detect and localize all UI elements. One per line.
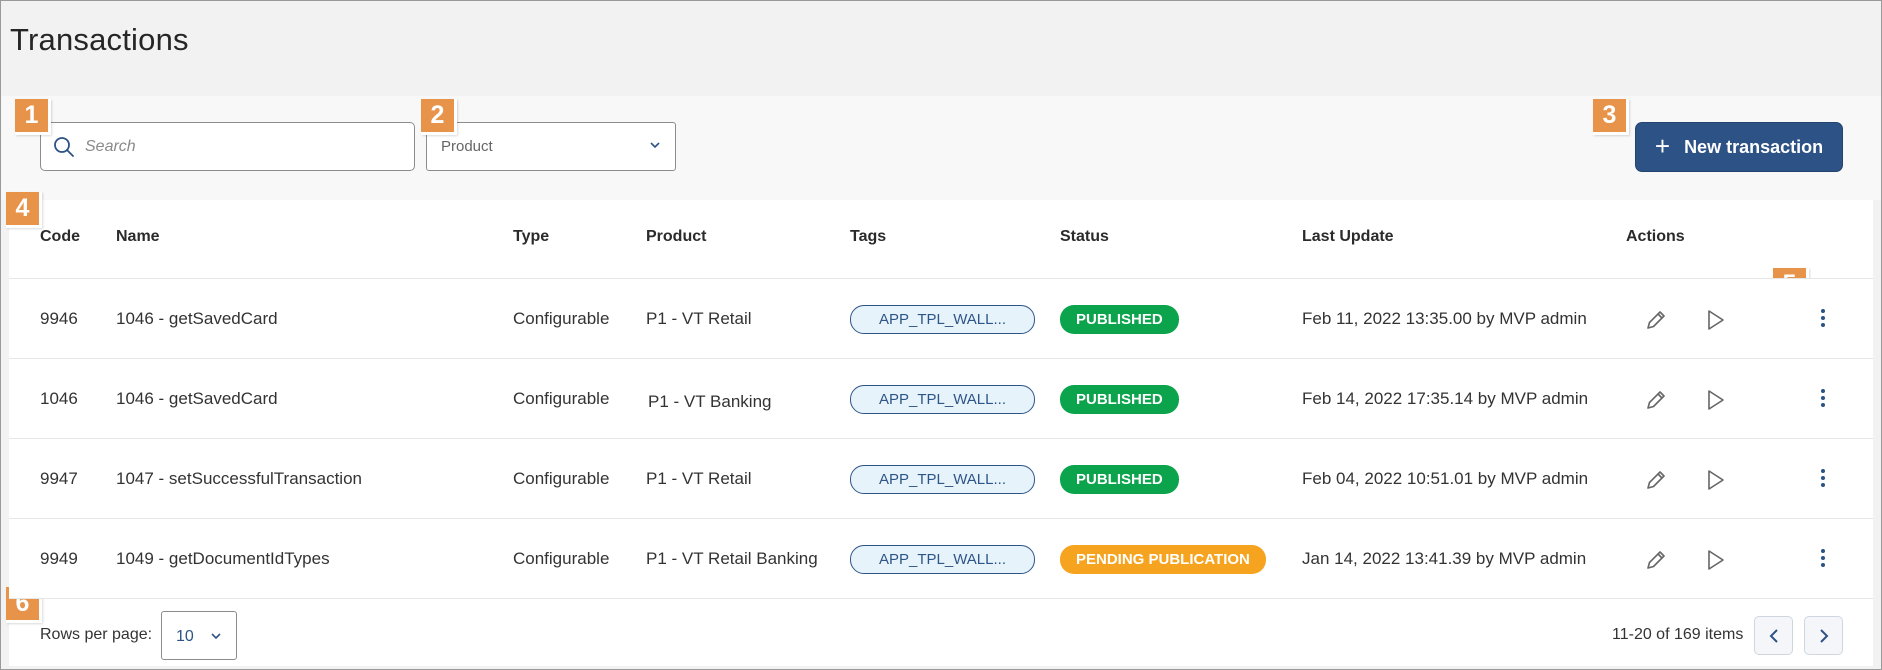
previous-page-button[interactable] [1754, 616, 1793, 655]
pagination-range: 11-20 of 169 items [1612, 626, 1744, 643]
kebab-menu-icon[interactable] [1817, 545, 1829, 571]
cell-name: 1046 - getSavedCard [116, 389, 278, 408]
callout-marker: 3 [1593, 99, 1629, 135]
play-icon[interactable] [1702, 467, 1728, 493]
rows-per-page-label: Rows per page: [40, 626, 153, 643]
column-header-status[interactable]: Status [1060, 228, 1109, 246]
column-header-actions: Actions [1626, 228, 1685, 245]
pencil-icon[interactable] [1643, 467, 1669, 493]
table-row[interactable]: 9946 1046 - getSavedCard Configurable P1… [9, 278, 1873, 358]
table-row[interactable]: 9949 1049 - getDocumentIdTypes Configura… [9, 518, 1873, 598]
rows-per-page-value: 10 [176, 628, 194, 645]
cell-product: P1 - VT Retail [646, 309, 752, 328]
pencil-icon[interactable] [1643, 547, 1669, 573]
callout-marker: 2 [421, 99, 457, 135]
column-header-code[interactable]: Code [40, 228, 80, 246]
cell-type: Configurable [513, 309, 610, 328]
chevron-down-icon [211, 633, 221, 640]
cell-product: P1 - VT Retail Banking [646, 549, 818, 568]
cell-product: P1 - VT Retail [646, 469, 752, 488]
page-title: Transactions [10, 22, 189, 57]
cell-type: Configurable [513, 389, 610, 408]
column-header-name[interactable]: Name [116, 228, 160, 246]
product-select[interactable]: Product [426, 122, 676, 171]
cell-name: 1047 - setSuccessfulTransaction [116, 469, 362, 488]
rows-per-page-select[interactable]: 10 [161, 611, 237, 660]
column-header-last-update[interactable]: Last Update [1302, 228, 1394, 246]
next-page-button[interactable] [1804, 616, 1843, 655]
cell-last-update: Feb 11, 2022 13:35.00 by MVP admin [1302, 309, 1587, 328]
cell-type: Configurable [513, 549, 610, 568]
search-field[interactable] [40, 122, 415, 171]
table-row[interactable]: 9947 1047 - setSuccessfulTransaction Con… [9, 438, 1873, 518]
cell-name: 1049 - getDocumentIdTypes [116, 549, 330, 568]
cell-last-update: Feb 04, 2022 10:51.01 by MVP admin [1302, 469, 1589, 488]
row-divider [9, 598, 1873, 599]
column-header-type[interactable]: Type [513, 228, 549, 246]
cell-code: 9947 [40, 469, 78, 488]
play-icon[interactable] [1702, 547, 1728, 573]
callout-marker: 1 [15, 99, 51, 135]
cell-type: Configurable [513, 469, 610, 488]
chevron-down-icon [650, 142, 660, 149]
product-select-label: Product [441, 138, 493, 155]
status-badge: PUBLISHED [1060, 305, 1179, 334]
cell-code: 1046 [40, 389, 78, 408]
kebab-menu-icon[interactable] [1817, 385, 1829, 411]
tag-chip[interactable]: APP_TPL_WALL... [850, 465, 1035, 494]
chevron-left-icon [1769, 629, 1778, 643]
callout-marker: 4 [6, 192, 42, 228]
column-header-tags[interactable]: Tags [850, 228, 886, 246]
kebab-menu-icon[interactable] [1817, 305, 1829, 331]
play-icon[interactable] [1702, 307, 1728, 333]
new-transaction-label: New transaction [1684, 136, 1824, 157]
cell-last-update: Feb 14, 2022 17:35.14 by MVP admin [1302, 389, 1589, 408]
column-header-product[interactable]: Product [646, 228, 706, 246]
cell-last-update: Jan 14, 2022 13:41.39 by MVP admin [1302, 549, 1587, 568]
play-icon[interactable] [1702, 387, 1728, 413]
pencil-icon[interactable] [1643, 307, 1669, 333]
cell-product: P1 - VT Banking [648, 392, 772, 411]
search-icon [54, 137, 74, 157]
search-input[interactable] [85, 133, 395, 161]
new-transaction-button[interactable]: + New transaction [1635, 122, 1843, 172]
tag-chip[interactable]: APP_TPL_WALL... [850, 305, 1035, 334]
tag-chip[interactable]: APP_TPL_WALL... [850, 545, 1035, 574]
cell-code: 9949 [40, 549, 78, 568]
plus-icon: + [1654, 131, 1671, 161]
status-badge: PUBLISHED [1060, 385, 1179, 414]
kebab-menu-icon[interactable] [1817, 465, 1829, 491]
status-badge: PENDING PUBLICATION [1060, 545, 1266, 574]
tag-chip[interactable]: APP_TPL_WALL... [850, 385, 1035, 414]
cell-code: 9946 [40, 309, 78, 328]
status-badge: PUBLISHED [1060, 465, 1179, 494]
table-row[interactable]: 1046 1046 - getSavedCard Configurable P1… [9, 358, 1873, 438]
cell-name: 1046 - getSavedCard [116, 309, 278, 328]
chevron-right-icon [1820, 629, 1829, 643]
pencil-icon[interactable] [1643, 387, 1669, 413]
